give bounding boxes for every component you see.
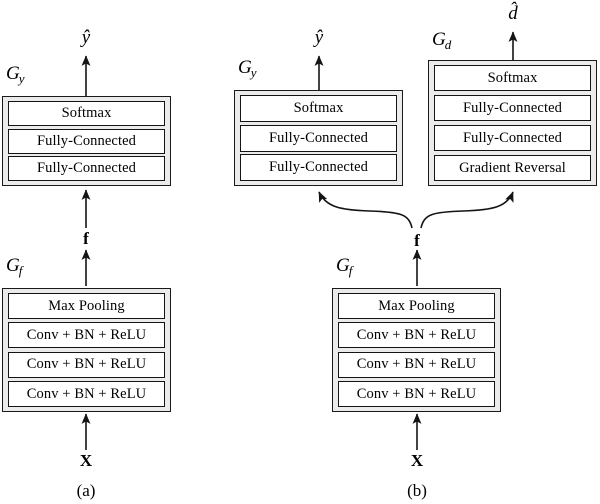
panel-b-discriminator-layer-softmax[interactable]: Softmax: [434, 65, 591, 91]
panel-a-extractor-module[interactable]: Max Pooling Conv + BN + ReLU Conv + BN +…: [2, 288, 171, 412]
panel-b-class-output-label: ŷ: [314, 27, 324, 48]
panel-a-extractor-name: G: [6, 255, 20, 276]
panel-a-classifier-name: G: [6, 63, 20, 84]
panel-b-discriminator-layer-gradient-reversal[interactable]: Gradient Reversal: [434, 155, 591, 181]
panel-a-classifier-layer-fc1[interactable]: Fully-Connected: [8, 128, 165, 154]
panel-b-classifier-layer-fc1[interactable]: Fully-Connected: [240, 124, 397, 152]
panel-b-discriminator-layer-fc1[interactable]: Fully-Connected: [434, 95, 591, 121]
panel-b-extractor-label: Gf: [336, 256, 352, 277]
panel-b-extractor-layer-conv1[interactable]: Conv + BN + ReLU: [338, 322, 495, 349]
panel-b-classifier-layer-fc2[interactable]: Fully-Connected: [240, 154, 397, 181]
panel-a-classifier-subscript: y: [18, 71, 25, 87]
panel-a-extractor-layer-conv2[interactable]: Conv + BN + ReLU: [8, 351, 165, 378]
panel-b-discriminator-name: G: [432, 29, 446, 50]
panel-a-extractor-label: Gf: [6, 256, 22, 277]
panel-b-classifier-label: Gy: [238, 58, 257, 79]
panel-b-classifier-layer-softmax[interactable]: Softmax: [240, 95, 397, 122]
panel-a-output-label: ŷ: [81, 27, 91, 48]
panel-b-classifier-subscript: y: [250, 65, 257, 81]
panel-a-extractor-layer-conv3[interactable]: Conv + BN + ReLU: [8, 380, 165, 407]
panel-b-discriminator-module[interactable]: Softmax Fully-Connected Fully-Connected …: [428, 60, 597, 186]
panel-b-classifier-name: G: [238, 57, 252, 78]
panel-a-extractor-layer-maxpool[interactable]: Max Pooling: [8, 293, 165, 319]
panel-a-classifier-label: Gy: [6, 64, 25, 85]
panel-a-classifier-layer-softmax[interactable]: Softmax: [8, 101, 165, 126]
panel-b-extractor-name: G: [336, 255, 350, 276]
panel-a-input-label: X: [79, 451, 93, 470]
panel-b-extractor-layer-maxpool[interactable]: Max Pooling: [338, 293, 495, 319]
panel-b-caption: (b): [407, 481, 427, 500]
panel-a-extractor-subscript: f: [18, 263, 23, 279]
panel-a-extractor-layer-conv1[interactable]: Conv + BN + ReLU: [8, 322, 165, 349]
panel-a-feature-label: f: [83, 229, 89, 248]
panel-b-extractor-layer-conv3[interactable]: Conv + BN + ReLU: [338, 380, 495, 407]
panel-b-extractor-module[interactable]: Max Pooling Conv + BN + ReLU Conv + BN +…: [332, 288, 501, 412]
panel-b-extractor-subscript: f: [348, 263, 353, 279]
panel-b-feature-label: f: [414, 231, 420, 250]
panel-b-input-label: X: [410, 451, 424, 470]
brace-f-to-discriminator: [420, 191, 514, 229]
figure-canvas: ŷ Gy Softmax Fully-Connected Fully-Conne…: [0, 0, 600, 504]
panel-b-classifier-module[interactable]: Softmax Fully-Connected Fully-Connected: [234, 90, 403, 186]
panel-b-domain-output-label: d̂: [508, 3, 518, 24]
brace-f-to-classifier: [318, 191, 413, 229]
panel-a-classifier-layer-fc2[interactable]: Fully-Connected: [8, 156, 165, 181]
panel-b-discriminator-label: Gd: [432, 30, 451, 51]
panel-a-caption: (a): [76, 481, 96, 500]
panel-b-discriminator-subscript: d: [444, 37, 452, 53]
panel-b-extractor-layer-conv2[interactable]: Conv + BN + ReLU: [338, 351, 495, 378]
panel-b-discriminator-layer-fc2[interactable]: Fully-Connected: [434, 125, 591, 151]
panel-a-classifier-module[interactable]: Softmax Fully-Connected Fully-Connected: [2, 96, 171, 186]
